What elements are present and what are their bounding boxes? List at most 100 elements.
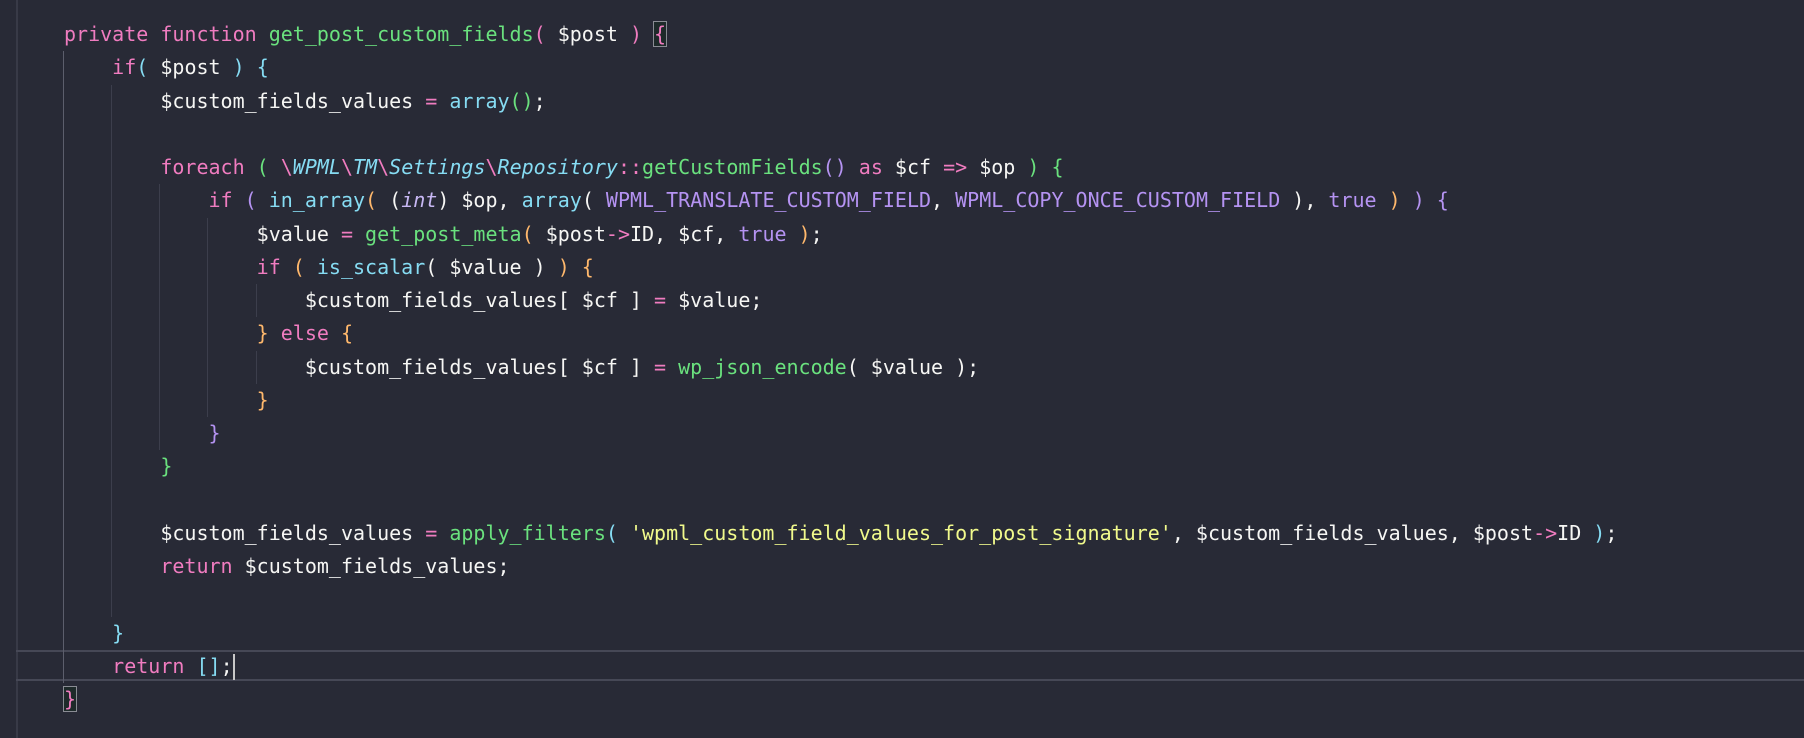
- code-line[interactable]: foreach ( \WPML\TM\Settings\Repository::…: [64, 151, 1063, 184]
- code-line[interactable]: }: [64, 617, 124, 650]
- code-token: \: [485, 155, 498, 179]
- code-line[interactable]: if ( is_scalar( $value ) ) {: [64, 251, 594, 284]
- code-line[interactable]: $custom_fields_values = array();: [64, 85, 546, 118]
- code-token: $post: [545, 221, 606, 246]
- code-line[interactable]: }: [64, 417, 221, 450]
- code-token: }: [62, 686, 78, 712]
- code-editor[interactable]: private function get_post_custom_fields(…: [0, 0, 1804, 738]
- code-line[interactable]: if( $post ) {: [64, 51, 269, 84]
- code-token: ;: [533, 88, 546, 113]
- code-token: \: [280, 155, 293, 179]
- code-token: WPML: [292, 155, 341, 179]
- code-token: (: [389, 188, 402, 213]
- code-line[interactable]: } else {: [64, 317, 353, 350]
- code-token: ) {: [1412, 188, 1449, 213]
- editor-left-border: [16, 0, 18, 738]
- code-token: array: [449, 88, 510, 113]
- code-token: $post: [160, 55, 233, 80]
- code-line[interactable]: $custom_fields_values = apply_filters( '…: [64, 517, 1617, 550]
- code-token: =: [425, 520, 450, 545]
- code-token: \: [377, 155, 390, 179]
- code-token: }: [160, 454, 173, 479]
- code-token: $cf: [894, 155, 944, 179]
- code-line[interactable]: return [];: [64, 650, 232, 683]
- code-token: foreach: [160, 155, 257, 179]
- code-token: $op: [979, 155, 1028, 179]
- text-cursor: [232, 653, 235, 680]
- code-line[interactable]: private function get_post_custom_fields(…: [64, 18, 668, 51]
- current-line-highlight: [16, 649, 1804, 681]
- code-token: (): [822, 155, 859, 179]
- code-token: ( $value );: [846, 354, 980, 379]
- code-token: (: [256, 155, 281, 179]
- code-token: true: [1328, 188, 1389, 213]
- code-token: {: [340, 321, 354, 346]
- code-token: return: [112, 653, 197, 678]
- code-token: ID, $cf,: [630, 221, 739, 246]
- code-token: ;: [1605, 520, 1618, 545]
- code-token: $custom_fields_values: [160, 88, 426, 113]
- code-token: (: [244, 188, 269, 213]
- code-token: else: [280, 321, 341, 346]
- code-token: if: [208, 188, 245, 213]
- code-line[interactable]: if ( in_array( (int) $op, array( WPML_TR…: [64, 184, 1449, 217]
- code-line[interactable]: }: [64, 450, 172, 483]
- code-token: ;: [810, 221, 823, 246]
- code-token: \: [340, 155, 354, 179]
- code-token: (: [136, 55, 161, 80]
- code-line[interactable]: $value = get_post_meta( $post->ID, $cf, …: [64, 218, 823, 251]
- code-token: WPML_COPY_ONCE_CUSTOM_FIELD: [955, 188, 1293, 213]
- code-line[interactable]: $custom_fields_values[ $cf ] = wp_json_e…: [64, 351, 979, 384]
- code-token: ( $value ): [425, 254, 558, 279]
- code-line[interactable]: $custom_fields_values[ $cf ] = $value;: [64, 284, 763, 317]
- code-line[interactable]: }: [64, 384, 269, 417]
- code-token: ->: [605, 221, 630, 246]
- code-token: if: [112, 55, 137, 80]
- code-token: ): [1593, 520, 1606, 545]
- code-token: =>: [943, 155, 980, 179]
- code-token: $custom_fields_values[ $cf ]: [304, 354, 655, 379]
- code-token: ) {: [232, 55, 269, 80]
- code-token: int: [401, 188, 438, 213]
- code-token: ): [798, 221, 811, 246]
- code-token: , $custom_fields_values, $post: [1171, 520, 1534, 545]
- code-token: $custom_fields_values;: [244, 554, 510, 578]
- code-line[interactable]: return $custom_fields_values;: [64, 550, 510, 583]
- code-token: TM: [353, 155, 378, 179]
- code-line[interactable]: }: [62, 683, 78, 716]
- code-token: Settings: [389, 155, 486, 179]
- code-token: }: [256, 321, 281, 346]
- code-token: (: [521, 221, 546, 246]
- code-token: }: [208, 421, 221, 445]
- code-token: wp_json_encode: [678, 354, 847, 379]
- code-token: ) {: [557, 254, 594, 279]
- code-token: is_scalar: [316, 254, 426, 279]
- code-token: =: [425, 88, 450, 113]
- code-token: getCustomFields: [642, 155, 823, 179]
- code-token: $custom_fields_values: [160, 520, 426, 545]
- code-token: $value;: [678, 288, 763, 312]
- code-token: apply_filters: [449, 520, 606, 545]
- code-token: $custom_fields_values[ $cf ]: [304, 288, 655, 312]
- code-token: (: [292, 254, 317, 279]
- code-token: array: [521, 188, 582, 213]
- code-token: Repository: [497, 155, 618, 179]
- code-token: $post: [557, 22, 630, 46]
- code-token: (: [533, 22, 558, 46]
- code-token: =: [654, 288, 679, 312]
- code-token: get_post_custom_fields: [268, 22, 534, 46]
